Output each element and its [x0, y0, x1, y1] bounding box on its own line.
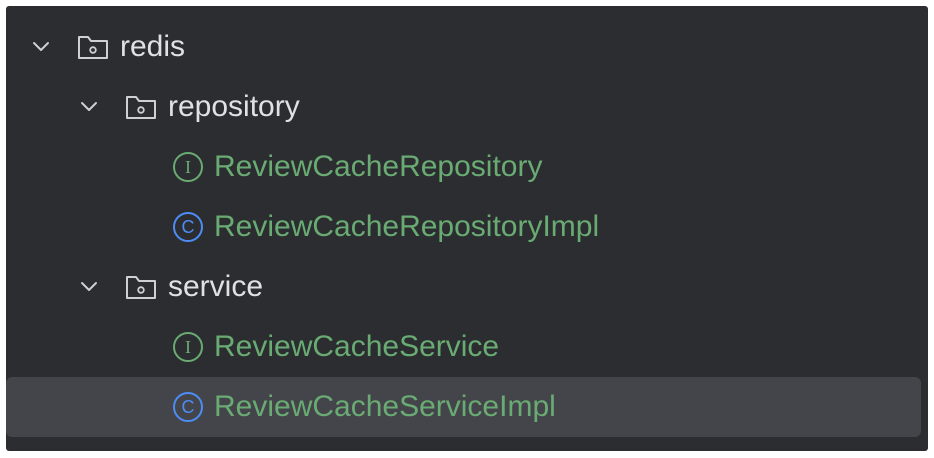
- class-badge-letter: C: [182, 217, 195, 237]
- tree-item-review-cache-repository-impl[interactable]: C ReviewCacheRepositoryImpl: [6, 197, 928, 257]
- chevron-down-icon[interactable]: [30, 36, 52, 58]
- class-icon: C: [172, 211, 204, 243]
- interface-icon: I: [172, 151, 204, 183]
- folder-icon: [124, 93, 158, 121]
- tree-item-label: ReviewCacheRepository: [214, 150, 543, 183]
- tree-item-label: ReviewCacheServiceImpl: [214, 390, 556, 423]
- interface-badge-letter: I: [185, 337, 191, 357]
- tree-item-label: repository: [168, 90, 300, 123]
- interface-badge-letter: I: [185, 157, 191, 177]
- interface-icon: I: [172, 331, 204, 363]
- class-icon: C: [172, 391, 204, 423]
- chevron-down-icon[interactable]: [78, 276, 100, 298]
- tree-item-review-cache-repository[interactable]: I ReviewCacheRepository: [6, 137, 928, 197]
- tree-item-label: service: [168, 270, 264, 303]
- tree-item-review-cache-service[interactable]: I ReviewCacheService: [6, 317, 928, 377]
- tree-item-service[interactable]: service: [6, 257, 928, 317]
- tree-item-label: redis: [120, 30, 186, 63]
- project-tree-panel: redis repository I ReviewCacheRepository: [6, 6, 928, 451]
- chevron-down-icon[interactable]: [78, 96, 100, 118]
- tree-item-review-cache-service-impl[interactable]: C ReviewCacheServiceImpl: [6, 377, 921, 437]
- folder-icon: [124, 273, 158, 301]
- tree-item-label: ReviewCacheService: [214, 330, 500, 363]
- class-badge-letter: C: [182, 397, 195, 417]
- tree-item-redis[interactable]: redis: [6, 17, 928, 77]
- tree-item-label: ReviewCacheRepositoryImpl: [214, 210, 600, 243]
- folder-icon: [76, 33, 110, 61]
- tree-item-repository[interactable]: repository: [6, 77, 928, 137]
